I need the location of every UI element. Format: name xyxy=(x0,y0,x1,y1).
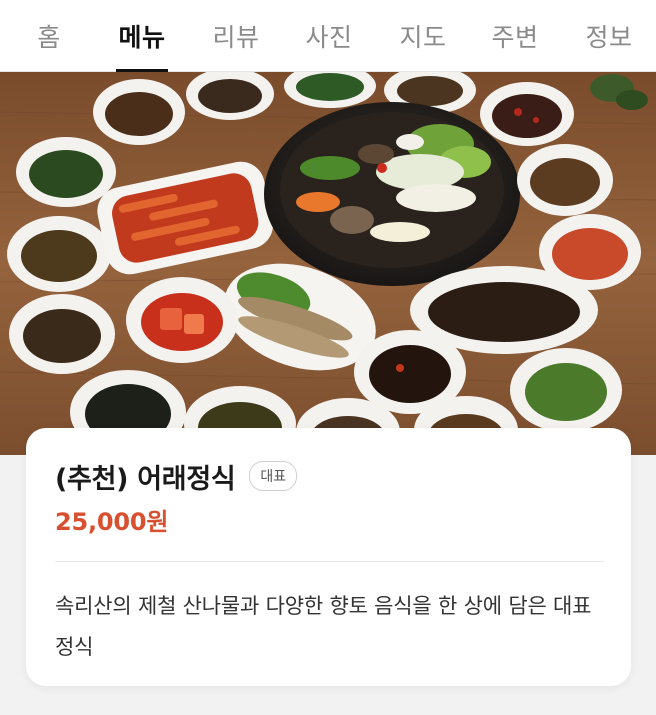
tab-photos[interactable]: 사진 xyxy=(301,0,357,72)
menu-detail-card: (추천) 어래정식 대표 25,000원 속리산의 제철 산나물과 다양한 향토… xyxy=(26,428,631,686)
food-spread-image xyxy=(0,72,656,455)
menu-name: (추천) 어래정식 xyxy=(55,463,236,495)
tab-bar: 홈 메뉴 리뷰 사진 지도 주변 정보 xyxy=(0,0,656,72)
menu-price: 25,000원 xyxy=(55,508,169,536)
tab-nearby[interactable]: 주변 xyxy=(487,0,543,72)
menu-photo[interactable] xyxy=(0,72,656,455)
tab-map[interactable]: 지도 xyxy=(395,0,451,72)
menu-title-row: (추천) 어래정식 대표 xyxy=(55,456,298,496)
tab-reviews[interactable]: 리뷰 xyxy=(208,0,264,72)
tab-info[interactable]: 정보 xyxy=(581,0,637,72)
signature-badge: 대표 xyxy=(249,461,298,491)
tab-menu[interactable]: 메뉴 xyxy=(116,0,168,72)
divider xyxy=(55,561,604,562)
menu-description: 속리산의 제철 산나물과 다양한 향토 음식을 한 상에 담은 대표 정식 xyxy=(55,594,592,659)
tab-home[interactable]: 홈 xyxy=(27,0,71,72)
